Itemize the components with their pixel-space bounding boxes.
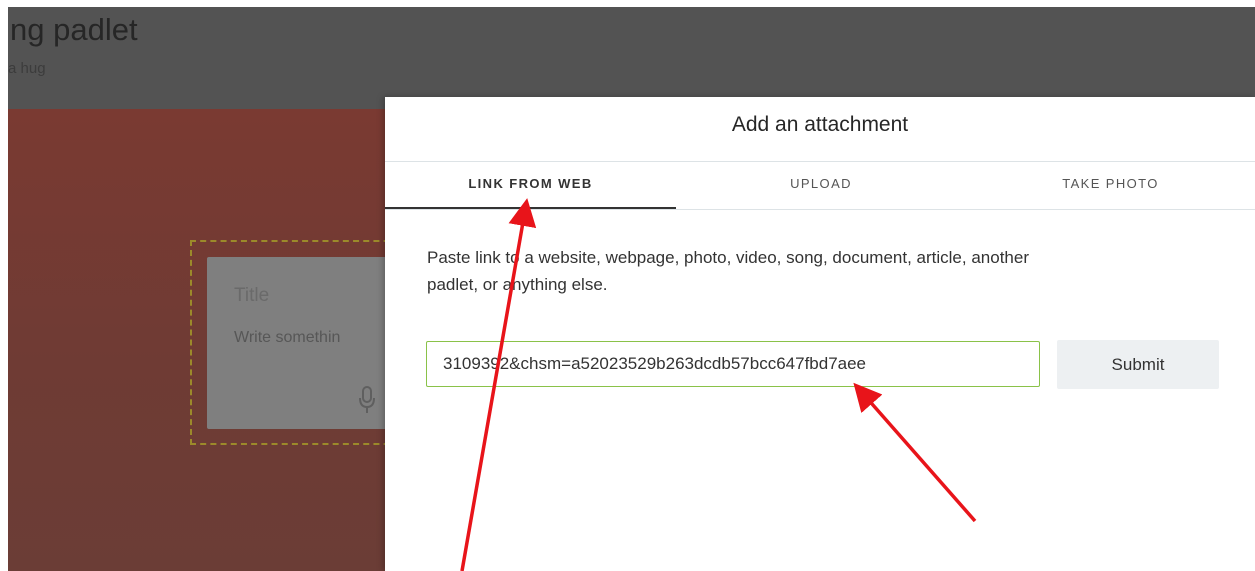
tab-take-photo[interactable]: TAKE PHOTO <box>966 162 1255 209</box>
microphone-icon[interactable] <box>357 385 377 415</box>
padlet-title: ng padlet <box>10 12 138 47</box>
active-tab-indicator <box>385 207 676 209</box>
paste-link-instructions: Paste link to a website, webpage, photo,… <box>427 244 1227 298</box>
attachment-dialog: Add an attachment LINK FROM WEB UPLOAD T… <box>385 97 1255 571</box>
dialog-title: Add an attachment <box>731 113 909 136</box>
post-card[interactable]: Title Write somethin <box>207 257 407 429</box>
instructions-line-1: Paste link to a website, webpage, photo,… <box>427 248 1029 267</box>
tab-link-from-web[interactable]: LINK FROM WEB <box>385 162 676 209</box>
attachment-tabs: LINK FROM WEB UPLOAD TAKE PHOTO <box>385 162 1255 210</box>
submit-button[interactable]: Submit <box>1057 340 1219 389</box>
instructions-line-2: padlet, or anything else. <box>427 275 608 294</box>
link-url-input[interactable] <box>426 341 1040 387</box>
padlet-subtitle: a hug <box>8 60 46 77</box>
padlet-header: ng padlet a hug <box>8 7 1255 109</box>
screenshot: ng padlet a hug Title Write somethin Add… <box>0 0 1255 571</box>
tab-upload[interactable]: UPLOAD <box>676 162 966 209</box>
post-title-placeholder[interactable]: Title <box>234 285 269 307</box>
post-body-placeholder[interactable]: Write somethin <box>234 329 340 347</box>
